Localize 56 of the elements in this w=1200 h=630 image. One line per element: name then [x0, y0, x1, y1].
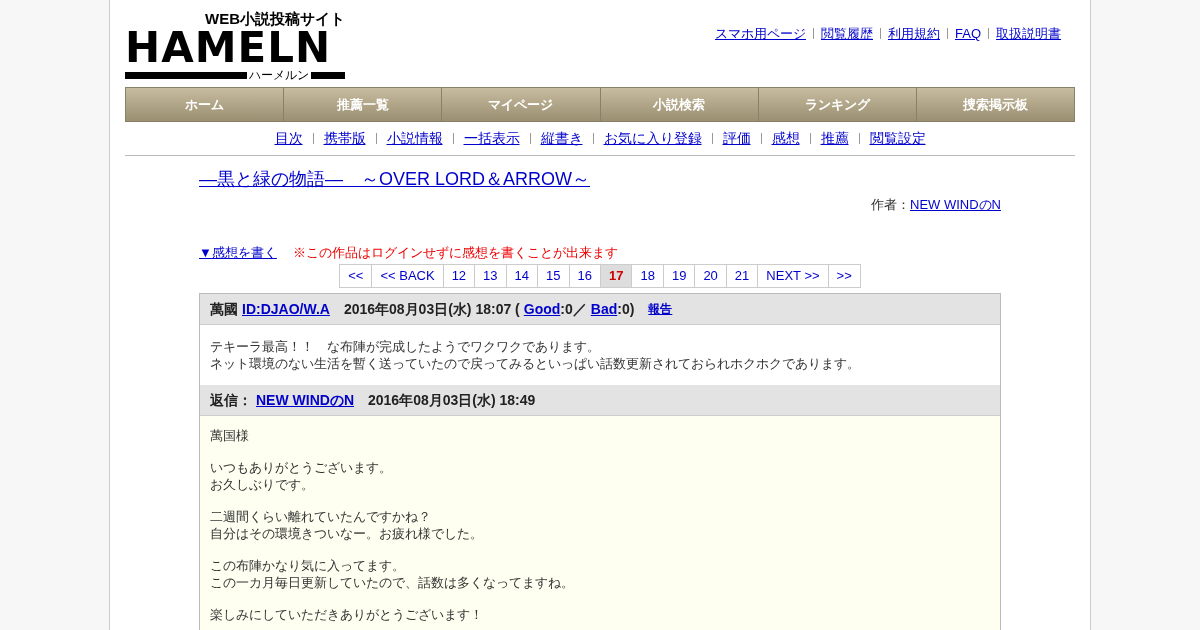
- page-link[interactable]: 15: [538, 264, 570, 288]
- user-link[interactable]: ID:DJAO/W.A: [242, 298, 330, 320]
- comment-text: 二週間くらい離れていたんですかね？ 自分はその環境きついなー。お疲れ様でした。: [210, 508, 484, 542]
- page-link[interactable]: 17: [601, 264, 633, 288]
- header-text: 返信：: [210, 390, 252, 410]
- author-label: 作者：: [871, 196, 910, 214]
- novel-menu-link[interactable]: 縦書き: [540, 128, 583, 149]
- comment-text: テキーラ最高！！ な布陣が完成したようでワクワクであります。 ネット環境のない生活を暫く送っていたので戻ってみるといっぱい話数更新されておられホクホクであります。: [210, 338, 861, 372]
- novel-menu-link[interactable]: 評価: [722, 128, 751, 149]
- novel-menu-link[interactable]: 一括表示: [463, 128, 520, 149]
- novel-menu-link[interactable]: 推薦: [820, 128, 849, 149]
- page-link[interactable]: <<: [340, 264, 373, 288]
- comment-date: 2016年08月03日(水) 18:49: [368, 390, 536, 410]
- user-link[interactable]: NEW WINDのN: [256, 389, 354, 411]
- novel-menu-link[interactable]: 携帯版: [323, 128, 366, 149]
- header-text: :0／: [560, 299, 587, 319]
- header-link[interactable]: 閲覧履歴: [821, 24, 873, 44]
- header-link[interactable]: 取扱説明書: [996, 24, 1061, 44]
- comment-text: この布陣かなり気に入ってます。 この一カ月毎日更新していたので、話数は多くなってますね。: [210, 557, 575, 591]
- comment-text: 萬国様: [210, 427, 250, 444]
- page-link[interactable]: NEXT >>: [758, 264, 829, 288]
- author-link[interactable]: NEW WINDのN: [910, 195, 1001, 215]
- header-link[interactable]: FAQ: [955, 24, 981, 44]
- page-link[interactable]: 18: [632, 264, 664, 288]
- page-link[interactable]: 20: [695, 264, 727, 288]
- novel-title-link[interactable]: ―黒と緑の物語― ～OVER LORD＆ARROW～: [199, 169, 591, 189]
- page-link[interactable]: 12: [443, 264, 476, 288]
- write-comment-link[interactable]: ▼感想を書く: [199, 242, 277, 262]
- report-link[interactable]: 報告: [648, 300, 673, 318]
- logo-reading: ハーメルン: [249, 68, 309, 82]
- novel-menu-link[interactable]: 小説情報: [386, 128, 443, 149]
- page-link[interactable]: 21: [726, 264, 759, 288]
- novel-menu-link[interactable]: 閲覧設定: [869, 128, 926, 149]
- user-link[interactable]: Good: [523, 298, 561, 320]
- comment-date: 2016年08月03日(水) 18:07 (: [343, 299, 520, 319]
- user-link[interactable]: Bad: [590, 298, 618, 320]
- header-text: 萬國: [210, 299, 238, 319]
- novel-menu-link[interactable]: お気に入り登録: [603, 128, 702, 149]
- header-text: :0): [617, 299, 635, 319]
- comment-text: いつもありがとうございます。 お久しぶりです。: [210, 459, 393, 493]
- header-link[interactable]: 利用規約: [888, 24, 940, 44]
- logo-tagline: WEB小説投稿サイト: [205, 10, 345, 28]
- header-link[interactable]: スマホ用ページ: [715, 24, 806, 44]
- notice-text: ※この作品はログインせずに感想を書くことが出来ます: [292, 243, 618, 262]
- logo-name: HAMELN: [125, 28, 333, 68]
- novel-menu-link[interactable]: 感想: [771, 128, 800, 149]
- page-link[interactable]: 13: [475, 264, 507, 288]
- novel-menu-link[interactable]: 目次: [274, 128, 303, 149]
- page-link[interactable]: >>: [828, 264, 861, 288]
- page-link[interactable]: 19: [663, 264, 696, 288]
- page-link[interactable]: 16: [569, 264, 601, 288]
- page-link[interactable]: 14: [506, 264, 539, 288]
- page-link[interactable]: << BACK: [372, 264, 444, 288]
- site-logo[interactable]: WEB小説投稿サイト HAMELN ハーメルン: [125, 10, 345, 82]
- logo-bar: [311, 71, 345, 79]
- comment-text: 楽しみにしていただきありがとうございます！: [210, 606, 484, 623]
